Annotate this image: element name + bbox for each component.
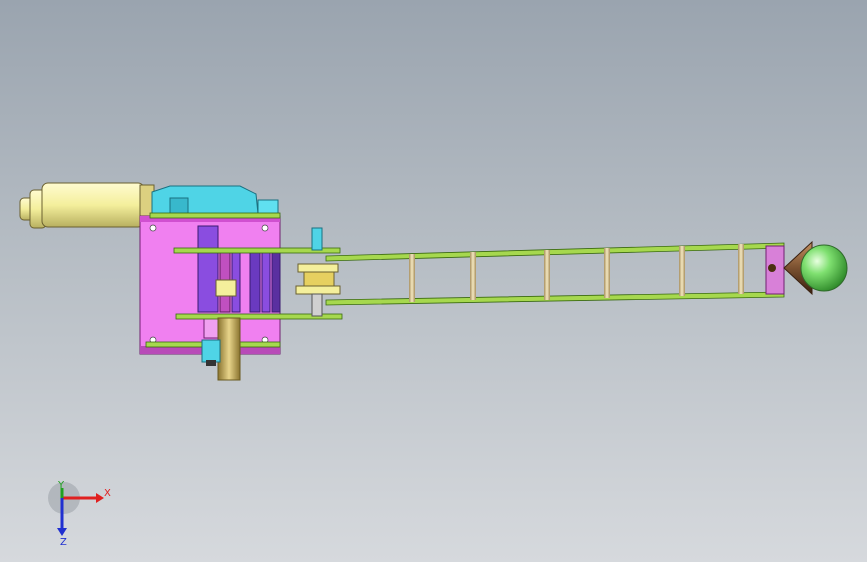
gearbox-housing[interactable] <box>151 185 279 215</box>
gear-hub <box>215 279 237 297</box>
x-axis-label: X <box>104 488 111 499</box>
screw-icon <box>149 224 157 232</box>
screw-icon <box>261 224 269 232</box>
assembly-model[interactable] <box>0 0 867 562</box>
z-axis-label: Z <box>60 537 67 548</box>
coordinate-triad: X Y Z <box>48 480 111 548</box>
chain-arm[interactable] <box>325 242 785 306</box>
y-axis-label: Y <box>57 480 65 491</box>
cad-viewport[interactable]: X Y Z <box>0 0 867 562</box>
motor[interactable] <box>19 182 155 229</box>
end-effector[interactable] <box>783 240 848 296</box>
